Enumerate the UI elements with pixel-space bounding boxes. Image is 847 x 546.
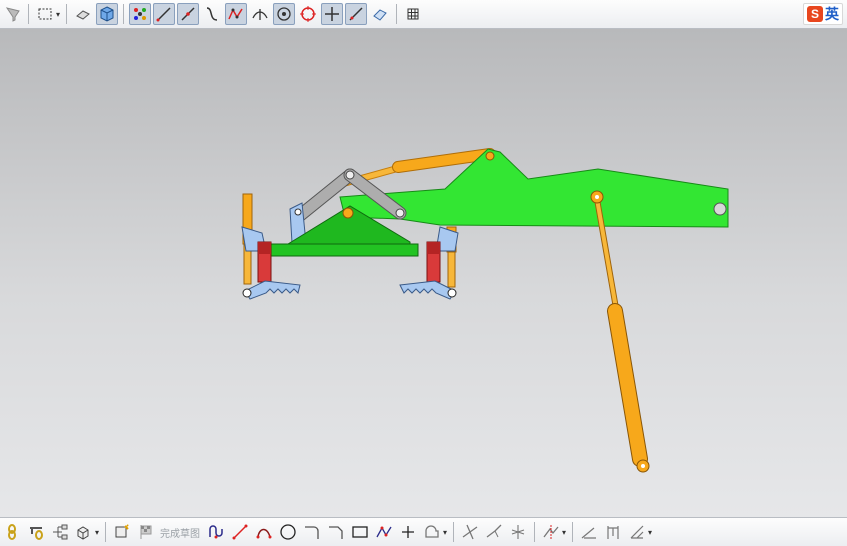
ime-indicator[interactable]: S 英 (803, 3, 843, 25)
toolbar-separator (572, 522, 574, 542)
sketch-icon[interactable] (111, 521, 133, 543)
toolbar-separator (105, 522, 107, 542)
toolbar-separator (123, 4, 125, 24)
grid-icon[interactable] (402, 3, 424, 25)
arm-end-hole[interactable] (713, 202, 727, 216)
sketch-circle-icon[interactable] (277, 521, 299, 543)
mirror-curve-dropdown[interactable]: ▾ (562, 528, 566, 537)
sketch-polyline-icon[interactable] (373, 521, 395, 543)
left-jaw[interactable] (244, 280, 301, 300)
extend-icon[interactable] (483, 521, 505, 543)
right-jaw[interactable] (399, 280, 456, 300)
vertical-dimension-icon[interactable] (602, 521, 624, 543)
line-icon[interactable] (153, 3, 176, 25)
sketch-rectangle-icon[interactable] (349, 521, 371, 543)
offset-curve-dropdown[interactable]: ▾ (443, 528, 447, 537)
render-style-icon[interactable] (72, 3, 94, 25)
toolbar-separator (396, 4, 398, 24)
rectangle-select-dropdown[interactable]: ▾ (56, 10, 60, 19)
chamfer-icon[interactable] (325, 521, 347, 543)
base-pivot-pin[interactable] (342, 207, 354, 219)
corner-icon[interactable] (507, 521, 529, 543)
mechanism-model[interactable] (0, 29, 847, 517)
sketch-arc-icon[interactable] (253, 521, 275, 543)
graphics-viewport[interactable] (0, 29, 847, 517)
shaded-cube-icon[interactable] (96, 3, 119, 25)
dimension-icon[interactable] (578, 521, 600, 543)
crosshair-icon[interactable] (321, 3, 344, 25)
toolbar-separator (66, 4, 68, 24)
component-icon[interactable] (73, 521, 95, 543)
sketch-line-icon[interactable] (229, 521, 251, 543)
constraint-chain-icon[interactable] (1, 521, 23, 543)
assembly-constraint-icon[interactable] (25, 521, 47, 543)
geometric-constraint-icon[interactable] (626, 521, 648, 543)
component-dropdown[interactable]: ▾ (95, 528, 99, 537)
profile-icon[interactable] (225, 3, 248, 25)
top-toolbar: ▾ S 英 (0, 0, 847, 29)
navigator-tree-icon[interactable] (49, 521, 71, 543)
constraint-dropdown[interactable]: ▾ (648, 528, 652, 537)
snap-points-icon[interactable] (129, 3, 152, 25)
slant-line-icon[interactable] (345, 3, 368, 25)
profile-sketch-icon[interactable] (205, 521, 227, 543)
toolbar-separator (453, 522, 455, 542)
tangent-line-icon[interactable] (177, 3, 200, 25)
base-bar[interactable] (267, 243, 419, 257)
fillet-icon[interactable] (301, 521, 323, 543)
long-diagonal-cylinder[interactable] (590, 190, 650, 473)
toolbar-separator (28, 4, 29, 24)
rectangle-select-icon[interactable] (34, 3, 56, 25)
top-pivot-pin[interactable] (485, 151, 495, 161)
circle-center-icon[interactable] (273, 3, 296, 25)
perpendicular-icon[interactable] (249, 3, 271, 25)
finish-sketch-flag-icon[interactable] (135, 521, 157, 543)
ime-logo: S (807, 6, 823, 22)
offset-curve-icon[interactable] (421, 521, 443, 543)
select-filter-icon[interactable] (1, 3, 23, 25)
bottom-toolbar: ▾ 完成草图 ▾ ▾ ▾ (0, 517, 847, 546)
toolbar-separator (534, 522, 536, 542)
sketch-point-icon[interactable] (397, 521, 419, 543)
finish-sketch-label[interactable]: 完成草图 (160, 525, 200, 540)
point-on-circle-icon[interactable] (297, 3, 319, 25)
view-icon[interactable] (369, 3, 391, 25)
trim-icon[interactable] (459, 521, 481, 543)
curve-icon[interactable] (201, 3, 223, 25)
mirror-curve-icon[interactable] (540, 521, 562, 543)
ime-language-label: 英 (825, 6, 839, 22)
